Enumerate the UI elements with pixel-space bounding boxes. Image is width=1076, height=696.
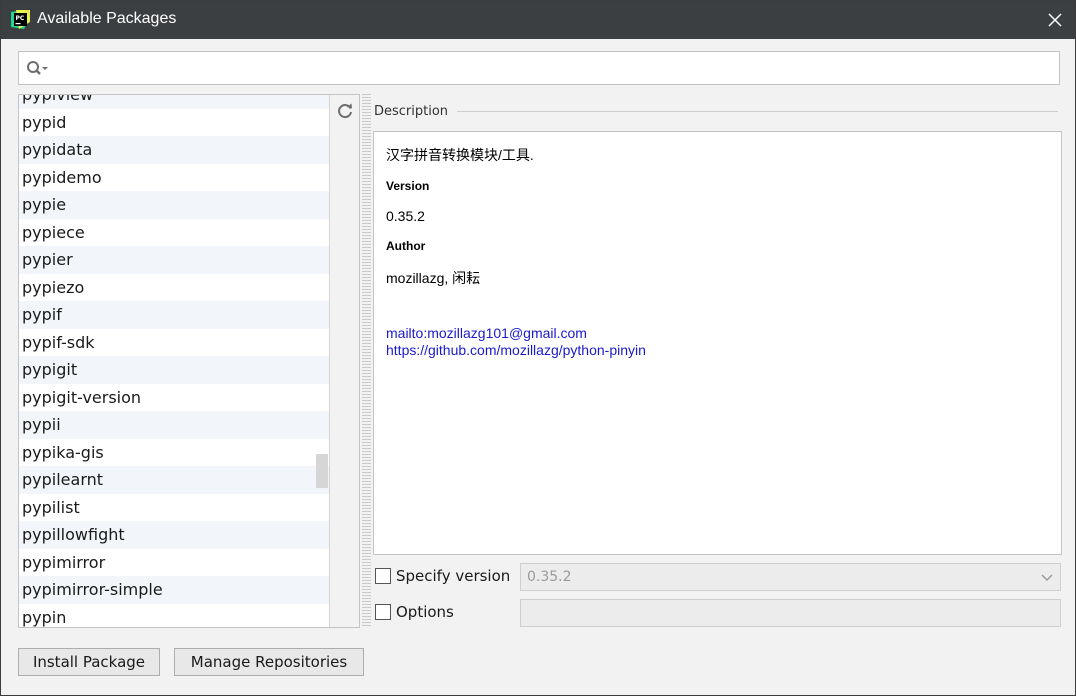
email-link[interactable]: mailto:mozillazg101@gmail.com	[386, 325, 1049, 342]
panel-splitter[interactable]	[362, 94, 371, 628]
package-list-items: pypiview pypid pypidata pypidemo pypie pypie…	[19, 95, 329, 628]
author-label: Author	[386, 239, 426, 253]
search-input[interactable]	[55, 56, 1055, 80]
options-checkbox[interactable]	[375, 604, 391, 620]
list-toolbar	[329, 95, 359, 627]
package-links: mailto:mozillazg101@gmail.com https://gi…	[386, 325, 1049, 359]
list-item[interactable]: pypilearnt	[19, 466, 329, 494]
list-item[interactable]: pypimirror	[19, 549, 329, 577]
pycharm-icon: PC	[11, 10, 30, 29]
list-item[interactable]: pypii	[19, 411, 329, 439]
list-item[interactable]: pypigit-version	[19, 384, 329, 412]
list-item[interactable]: pypilist	[19, 494, 329, 522]
list-item[interactable]: pypiview	[19, 95, 329, 109]
window-title: Available Packages	[37, 10, 177, 27]
homepage-link[interactable]: https://github.com/mozillazg/python-piny…	[386, 342, 1049, 359]
available-packages-dialog: PC Available Packages pypiview pypid pypi…	[0, 0, 1076, 696]
section-divider	[457, 111, 1058, 112]
description-section-label: Description	[374, 104, 457, 119]
options-label: Options	[396, 603, 454, 621]
list-item[interactable]: pypier	[19, 246, 329, 274]
version-label: Version	[386, 179, 430, 193]
package-list: pypiview pypid pypidata pypidemo pypie pypie…	[18, 94, 360, 628]
description-panel: 汉字拼音转换模块/工具. Version 0.35.2 Author mozil…	[373, 131, 1062, 555]
list-item[interactable]: pypidata	[19, 136, 329, 164]
specify-version-checkbox[interactable]	[375, 568, 391, 584]
list-item[interactable]: pypigit	[19, 356, 329, 384]
list-item[interactable]: pypidemo	[19, 164, 329, 192]
list-scrollbar-thumb[interactable]	[316, 454, 328, 488]
package-summary: 汉字拼音转换模块/工具.	[386, 147, 534, 163]
close-icon[interactable]	[1045, 10, 1065, 30]
author-value: mozillazg, 闲耘	[386, 270, 481, 286]
specify-version-label: Specify version	[396, 567, 511, 585]
title-bar: PC Available Packages	[1, 1, 1075, 39]
list-item[interactable]: pypid	[19, 109, 329, 137]
list-item[interactable]: pypimirror-simple	[19, 576, 329, 604]
options-input[interactable]	[520, 599, 1061, 627]
list-item[interactable]: pypiezo	[19, 274, 329, 302]
chevron-down-icon	[1041, 574, 1053, 582]
list-item[interactable]: pypin	[19, 604, 329, 628]
refresh-icon[interactable]	[336, 102, 354, 120]
list-item[interactable]: pypif	[19, 301, 329, 329]
version-select[interactable]: 0.35.2	[520, 563, 1061, 591]
version-select-value: 0.35.2	[527, 569, 572, 585]
list-item[interactable]: pypika-gis	[19, 439, 329, 467]
list-item[interactable]: pypillowfight	[19, 521, 329, 549]
list-item[interactable]: pypif-sdk	[19, 329, 329, 357]
list-scrollbar[interactable]	[316, 95, 328, 627]
version-value: 0.35.2	[386, 208, 425, 224]
install-package-button[interactable]: Install Package	[18, 648, 160, 676]
app-icon-text: PC	[16, 15, 25, 22]
manage-repositories-button[interactable]: Manage Repositories	[174, 648, 364, 676]
search-icon[interactable]	[26, 60, 50, 78]
search-box	[18, 51, 1060, 85]
list-item[interactable]: pypiece	[19, 219, 329, 247]
list-item[interactable]: pypie	[19, 191, 329, 219]
